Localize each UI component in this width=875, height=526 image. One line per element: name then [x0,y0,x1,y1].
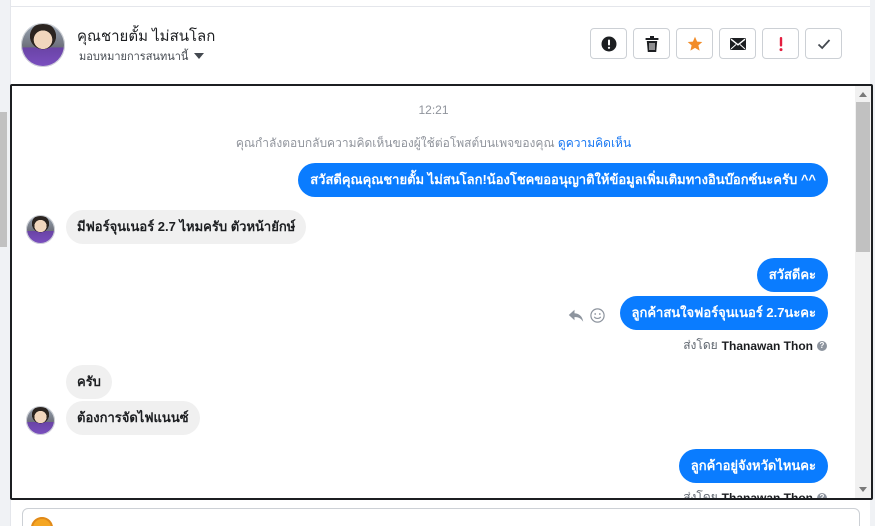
exclamation-icon [779,36,782,51]
mark-unread-button[interactable] [719,28,756,59]
view-comment-link[interactable]: ดูความคิดเห็น [558,136,631,150]
reply-context-notice: คุณกำลังตอบกลับความคิดเห็นของผู้ใช้ต่อโพ… [12,134,855,153]
check-icon [817,38,830,49]
incoming-message[interactable]: ครับ [66,365,112,399]
notice-text: คุณกำลังตอบกลับความคิดเห็นของผู้ใช้ต่อโพ… [235,136,555,150]
conversation-header: คุณชายตั้ม ไม่สนโลก มอบหมายการสนทนานี้ [11,6,870,83]
scroll-down-arrow-icon[interactable] [859,487,867,492]
sent-by-label: ส่งโดย Thanawan Thon ? [683,336,827,355]
emoji-reaction-icon[interactable] [590,308,605,323]
message-timestamp: 12:21 [418,103,449,117]
report-spam-button[interactable] [590,28,627,59]
sent-by-label: ส่งโดย Thanawan Thon ? [683,488,827,500]
page-avatar-icon [31,517,53,526]
outgoing-message[interactable]: ลูกค้าสนใจฟอร์จุนเนอร์ 2.7นะคะ [619,296,828,330]
sent-by-name: Thanawan Thon [721,490,813,500]
message-thread[interactable]: 12:21 คุณกำลังตอบกลับความคิดเห็นของผู้ใช… [10,84,873,500]
star-icon [687,36,702,51]
contact-name[interactable]: คุณชายตั้ม ไม่สนโลก [77,24,215,48]
contact-avatar-small [26,406,55,435]
thread-scrollbar[interactable] [855,86,871,498]
exclamation-circle-icon [601,36,616,51]
contact-avatar-small [26,215,55,244]
inbox-conversation-view: คุณชายตั้ม ไม่สนโลก มอบหมายการสนทนานี้ 1… [0,0,875,526]
caret-down-icon [194,53,205,59]
conversation-actions [590,28,842,59]
sent-by-prefix: ส่งโดย [683,490,718,500]
left-panel-scrollbar[interactable] [0,112,7,247]
mark-important-button[interactable] [762,28,799,59]
outgoing-message[interactable]: สวัสดีคุณคุณชายตั้ม ไม่สนโลก!น้องโชคขออน… [298,163,828,197]
envelope-icon [729,37,746,50]
reply-composer[interactable] [22,508,860,526]
sent-by-name: Thanawan Thon [721,338,813,353]
reply-icon[interactable] [568,309,584,323]
sent-by-prefix: ส่งโดย [683,338,718,352]
incoming-message[interactable]: ต้องการจัดไฟแนนซ์ [66,401,200,435]
incoming-message[interactable]: มีฟอร์จุนเนอร์ 2.7 ไหมครับ ตัวหน้ายักษ์ [66,210,307,244]
mark-done-button[interactable] [805,28,842,59]
delete-button[interactable] [633,28,670,59]
outgoing-message[interactable]: ลูกค้าอยู่จังหวัดไหนคะ [678,449,828,483]
contact-avatar[interactable] [21,23,65,67]
message-hover-tools [568,308,605,323]
info-icon[interactable]: ? [817,340,827,351]
scrollbar-thumb[interactable] [856,102,870,252]
star-button[interactable] [676,28,713,59]
trash-icon [645,35,658,52]
info-icon[interactable]: ? [817,492,827,498]
assign-conversation-dropdown[interactable]: มอบหมายการสนทนานี้ [79,47,205,65]
outgoing-message[interactable]: สวัสดีคะ [756,258,828,292]
scroll-up-arrow-icon[interactable] [859,92,867,97]
assign-label: มอบหมายการสนทนานี้ [79,51,189,63]
